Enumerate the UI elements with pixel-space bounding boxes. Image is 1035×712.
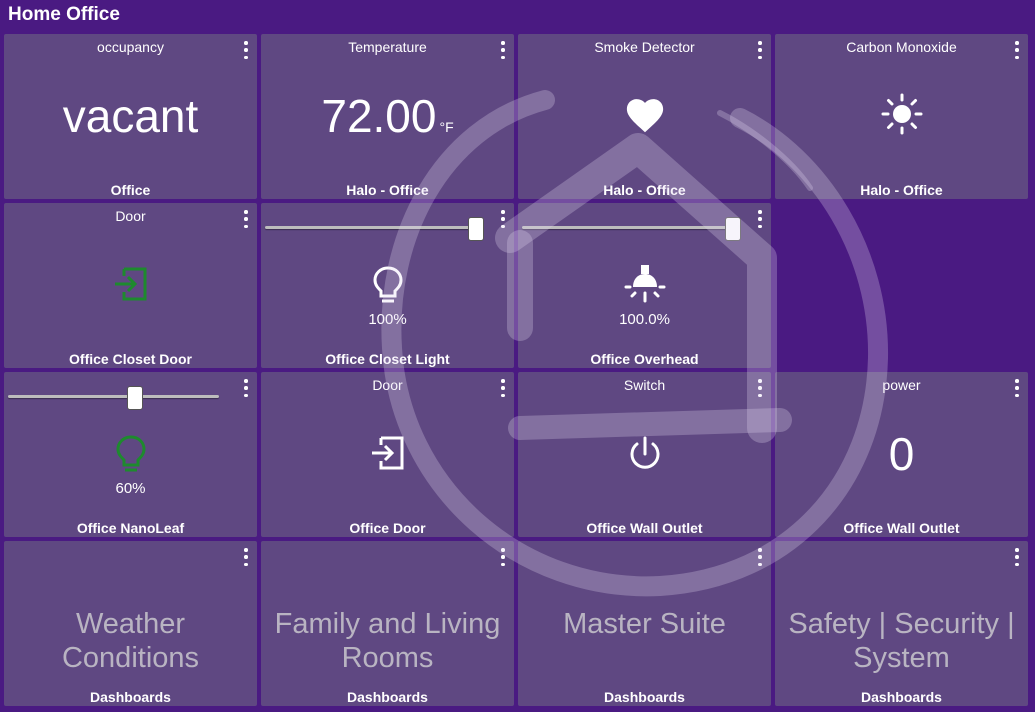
tile-office-overhead[interactable]: 100.0% Office Overhead <box>518 203 771 368</box>
tile-smoke-detector[interactable]: Smoke Detector Halo - Office <box>518 34 771 199</box>
tile-menu-icon[interactable] <box>243 548 249 566</box>
tile-label: Dashboards <box>90 689 171 705</box>
tile-menu-icon[interactable] <box>757 210 763 228</box>
tile-label: Office Wall Outlet <box>843 520 960 536</box>
tile-dashboard-weather[interactable]: Weather Conditions Dashboards <box>4 541 257 706</box>
dashboard-link-title[interactable]: Master Suite <box>518 607 771 641</box>
slider-track <box>265 226 476 229</box>
tile-wall-outlet-power[interactable]: power 0 Office Wall Outlet <box>775 372 1028 537</box>
tile-menu-icon[interactable] <box>1014 41 1020 59</box>
tile-label: Office Door <box>349 520 426 536</box>
tile-label: Dashboards <box>347 689 428 705</box>
tile-title: Door <box>115 208 146 224</box>
slider-track <box>8 395 219 398</box>
tile-menu-icon[interactable] <box>1014 548 1020 566</box>
tile-menu-icon[interactable] <box>243 41 249 59</box>
tile-office-door[interactable]: Door Office Door <box>261 372 514 537</box>
power-icon <box>630 436 659 469</box>
tile-closet-door[interactable]: Door Office Closet Door <box>4 203 257 368</box>
tile-menu-icon[interactable] <box>500 379 506 397</box>
tile-label: Office NanoLeaf <box>76 520 185 536</box>
tile-wall-outlet-switch[interactable]: Switch Office Wall Outlet <box>518 372 771 537</box>
tile-label: Halo - Office <box>346 182 429 198</box>
tile-menu-icon[interactable] <box>1014 379 1020 397</box>
lightbulb-icon <box>372 266 403 303</box>
dashboard-page: Home Office occupancy vacant Office Temp… <box>0 0 1035 712</box>
light-level: 100% <box>368 311 407 328</box>
tile-office-nanoleaf[interactable]: 60% Office NanoLeaf <box>4 372 257 537</box>
page-title: Home Office <box>8 4 120 25</box>
dimmer-slider[interactable] <box>265 217 484 241</box>
tile-label: Office Overhead <box>590 351 699 367</box>
tile-label: Office <box>110 182 151 198</box>
tile-label: Office Closet Light <box>325 351 450 367</box>
temperature-value: 72.00 <box>321 90 437 142</box>
tile-title: Smoke Detector <box>594 39 695 55</box>
tile-menu-icon[interactable] <box>757 379 763 397</box>
tile-dashboard-safety[interactable]: Safety | Security | System Dashboards <box>775 541 1028 706</box>
door-enter-icon <box>371 436 403 470</box>
dashboard-link-title[interactable]: Weather Conditions <box>4 607 257 675</box>
tile-label: Dashboards <box>604 689 685 705</box>
tile-title: Switch <box>623 377 666 393</box>
tile-occupancy[interactable]: occupancy vacant Office <box>4 34 257 199</box>
tile-closet-light[interactable]: 100% Office Closet Light <box>261 203 514 368</box>
tile-label: Halo - Office <box>603 182 686 198</box>
heart-icon <box>626 99 663 133</box>
tile-menu-icon[interactable] <box>757 548 763 566</box>
tile-menu-icon[interactable] <box>757 41 763 59</box>
tile-carbon-monoxide[interactable]: Carbon Monoxide Halo - Office <box>775 34 1028 199</box>
light-level: 60% <box>115 480 146 497</box>
tile-label: Dashboards <box>861 689 942 705</box>
tile-label: Halo - Office <box>860 182 943 198</box>
tile-temperature[interactable]: Temperature 72.00 °F Halo - Office <box>261 34 514 199</box>
slider-thumb[interactable] <box>468 217 484 241</box>
tile-menu-icon[interactable] <box>243 210 249 228</box>
sun-icon <box>881 93 922 135</box>
tile-menu-icon[interactable] <box>500 210 506 228</box>
ceiling-light-icon <box>624 265 665 303</box>
slider-thumb[interactable] <box>725 217 741 241</box>
tile-grid: occupancy vacant Office Temperature 72.0… <box>4 34 1028 706</box>
tile-dashboard-family[interactable]: Family and Living Rooms Dashboards <box>261 541 514 706</box>
temperature-unit: °F <box>439 119 454 135</box>
empty-tile <box>775 203 1028 368</box>
dashboard-link-title[interactable]: Family and Living Rooms <box>261 607 514 675</box>
tile-title: occupancy <box>97 39 164 55</box>
tile-menu-icon[interactable] <box>243 379 249 397</box>
power-value: 0 <box>888 428 915 480</box>
lightbulb-icon <box>115 435 146 472</box>
tile-title: Temperature <box>348 39 427 55</box>
dashboard-link-title[interactable]: Safety | Security | System <box>775 607 1028 675</box>
tile-menu-icon[interactable] <box>500 41 506 59</box>
tile-dashboard-master[interactable]: Master Suite Dashboards <box>518 541 771 706</box>
tile-title: power <box>882 377 921 393</box>
light-level: 100.0% <box>619 311 670 328</box>
door-enter-icon <box>114 267 146 301</box>
dimmer-slider[interactable] <box>8 386 219 410</box>
tile-menu-icon[interactable] <box>500 548 506 566</box>
tile-label: Office Closet Door <box>69 351 192 367</box>
dimmer-slider[interactable] <box>522 217 741 241</box>
tile-label: Office Wall Outlet <box>586 520 703 536</box>
tile-title: Carbon Monoxide <box>846 39 957 55</box>
occupancy-value: vacant <box>62 90 199 142</box>
slider-thumb[interactable] <box>126 386 143 410</box>
tile-title: Door <box>372 377 403 393</box>
slider-track <box>522 226 733 229</box>
